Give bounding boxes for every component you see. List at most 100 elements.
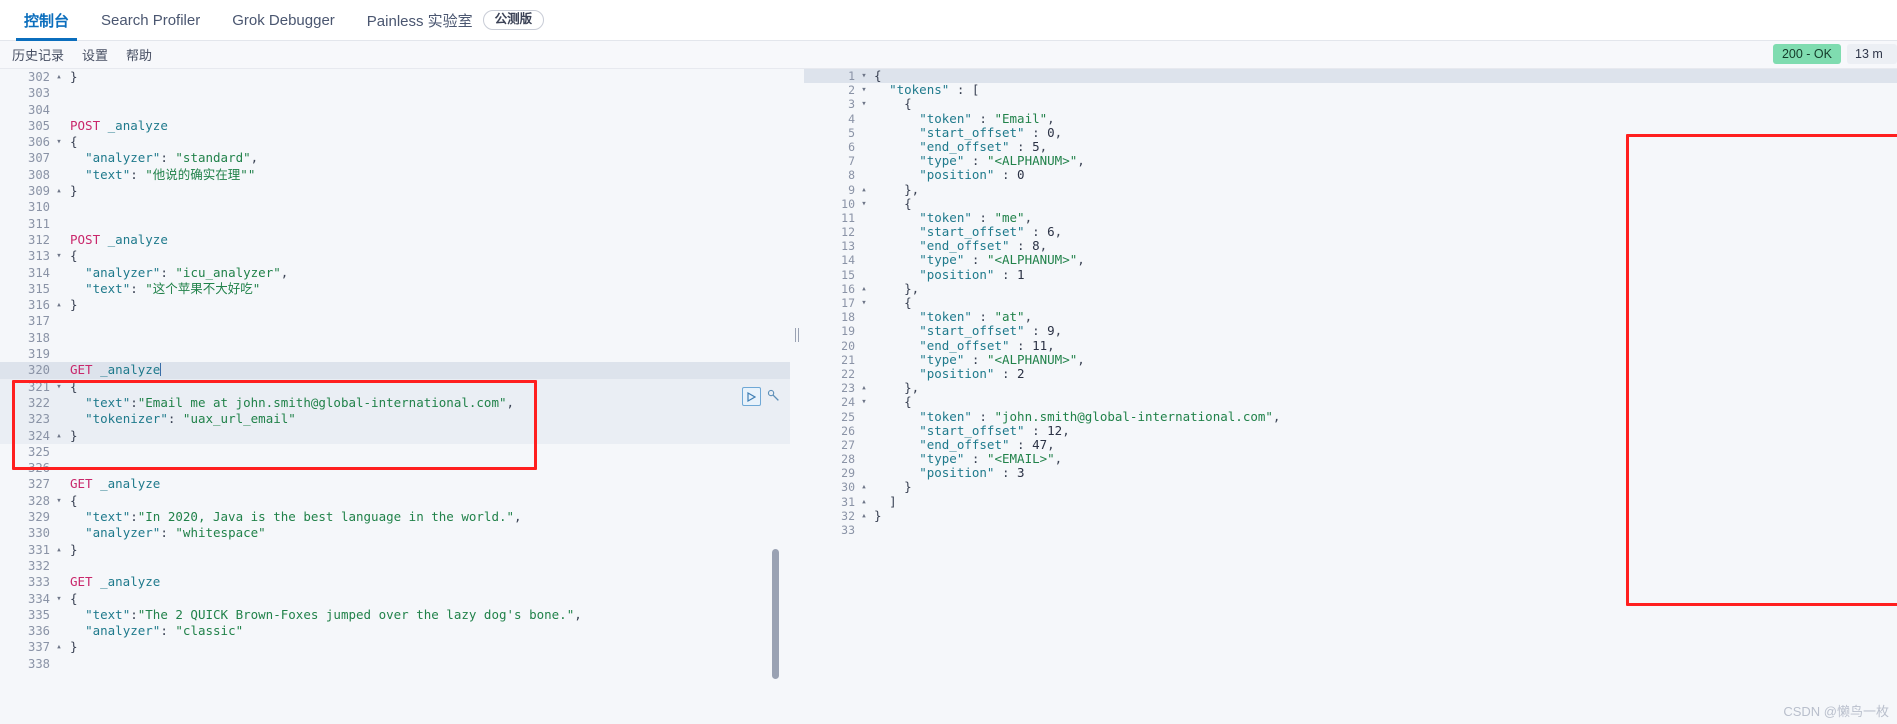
code-text: "text":"The 2 QUICK Brown-Foxes jumped o… (85, 606, 582, 622)
response-fold-toggle-icon[interactable]: ▾ (858, 97, 870, 111)
subnav-help[interactable]: 帮助 (126, 45, 152, 64)
request-code-editor[interactable]: 302 ▴} 303 304 305 POST _analyze 306 ▾ {307 "ana… (0, 69, 790, 724)
code-line[interactable]: 302 ▴} (0, 69, 790, 85)
console-panes: 302 ▴} 303 304 305 POST _analyze 306 ▾{307 "ana… (0, 69, 1897, 724)
response-fold-toggle-icon[interactable]: ▴ (858, 183, 870, 197)
code-line[interactable]: 305 POST _analyze (0, 118, 790, 134)
response-line-number: 33 (841, 523, 855, 537)
code-line[interactable]: 337 ▴} (0, 639, 790, 655)
code-line[interactable]: 324 ▴} (0, 427, 790, 444)
fold-toggle-icon[interactable]: ▴ (54, 428, 64, 444)
code-line[interactable]: 310 (0, 199, 790, 215)
response-text: "position" : 0 (919, 167, 1025, 183)
code-line[interactable]: 325 (0, 444, 790, 460)
response-line: 31 ▴ ] (804, 494, 1897, 509)
response-line: 18 "token" : "at", (804, 310, 1897, 325)
code-line[interactable]: 316 ▴} (0, 297, 790, 313)
fold-toggle-icon[interactable]: ▴ (54, 639, 64, 655)
code-line[interactable]: 322 "text":"Email me at john.smith@globa… (0, 394, 790, 412)
code-line[interactable]: 334 ▾ { (0, 591, 790, 607)
response-fold-toggle-icon[interactable]: ▾ (858, 395, 870, 409)
response-fold-toggle-icon[interactable]: ▾ (858, 83, 870, 97)
response-text: { (904, 96, 912, 112)
response-line-number: 28 (841, 452, 855, 467)
response-line-number: 8 (848, 168, 855, 183)
code-line[interactable]: 317 (0, 313, 790, 329)
response-fold-toggle-icon[interactable]: ▴ (858, 509, 870, 523)
response-fold-toggle-icon[interactable]: ▾ (858, 296, 870, 310)
code-line[interactable]: 321 ▾ { (0, 378, 790, 395)
response-line: 16 ▴ }, (804, 281, 1897, 296)
fold-toggle-icon[interactable]: ▾ (54, 248, 64, 264)
fold-toggle-icon[interactable]: ▴ (54, 297, 64, 313)
code-line[interactable]: 306 ▾ { (0, 134, 790, 150)
code-line[interactable]: 323 "tokenizer": "uax_url_email" (0, 411, 790, 428)
code-line[interactable]: 330 "analyzer": "whitespace" (0, 525, 790, 541)
response-text: "position" : 1 (919, 266, 1025, 282)
code-line[interactable]: 303 (0, 85, 790, 101)
code-line[interactable]: 307 "analyzer": "standard", (0, 150, 790, 166)
tab-grok-debugger[interactable]: Grok Debugger (216, 0, 351, 40)
play-icon[interactable] (742, 387, 761, 406)
code-line[interactable]: 313 ▾ { (0, 248, 790, 264)
code-line[interactable]: 333 GET _analyze (0, 574, 790, 590)
response-line-number: 4 (848, 111, 855, 126)
code-text: } (70, 297, 78, 313)
tab-console[interactable]: 控制台 (8, 0, 85, 41)
code-line[interactable]: 338 (0, 656, 790, 672)
fold-toggle-icon[interactable]: ▾ (54, 493, 64, 509)
wrench-icon[interactable] (767, 389, 780, 404)
response-line-number: 13 (841, 239, 855, 254)
response-fold-toggle-icon[interactable]: ▴ (858, 495, 870, 509)
code-line[interactable]: 327 GET _analyze (0, 476, 790, 492)
code-line[interactable]: 309 ▴} (0, 183, 790, 199)
response-fold-toggle-icon[interactable]: ▴ (858, 381, 870, 395)
code-line[interactable]: 314 "analyzer": "icu_analyzer", (0, 265, 790, 281)
request-editor-pane[interactable]: 302 ▴} 303 304 305 POST _analyze 306 ▾ {307 "ana… (0, 69, 790, 724)
splitter-grip-icon[interactable] (795, 328, 799, 342)
fold-toggle-icon[interactable]: ▴ (54, 542, 64, 558)
code-line[interactable]: 318 (0, 330, 790, 346)
response-fold-toggle-icon[interactable]: ▴ (858, 480, 870, 494)
editor-vertical-scrollbar[interactable] (772, 549, 779, 679)
response-json-viewer[interactable]: 1 ▾{2 ▾ "tokens" : [3 ▾ {4 "token" : "Email… (804, 69, 1897, 724)
tab-search-profiler[interactable]: Search Profiler (85, 0, 216, 40)
fold-toggle-icon[interactable]: ▾ (54, 134, 64, 150)
code-line[interactable]: 308 "text": "他说的确实在理"" (0, 167, 790, 183)
code-line[interactable]: 315 "text": "这个苹果不大好吃" (0, 281, 790, 297)
response-fold-toggle-icon[interactable]: ▾ (858, 197, 870, 211)
code-line[interactable]: 304 (0, 102, 790, 118)
code-line[interactable]: 326 (0, 460, 790, 476)
code-line[interactable]: 319 (0, 346, 790, 362)
response-line: 21 "type" : "<ALPHANUM>", (804, 352, 1897, 367)
tab-painless-lab[interactable]: Painless 实验室 公测版 (351, 0, 560, 40)
fold-toggle-icon[interactable]: ▴ (54, 183, 64, 199)
response-text: "position" : 3 (919, 465, 1025, 481)
response-line-number: 6 (848, 139, 855, 154)
response-line: 27 "end_offset" : 47, (804, 437, 1897, 452)
response-fold-toggle-icon[interactable]: ▾ (858, 69, 870, 83)
fold-toggle-icon[interactable]: ▴ (54, 69, 64, 85)
subnav-history[interactable]: 历史记录 (12, 45, 64, 64)
code-line[interactable]: 311 (0, 216, 790, 232)
subnav-settings[interactable]: 设置 (82, 45, 108, 64)
response-line: 11 "token" : "me", (804, 210, 1897, 225)
code-line[interactable]: 329 "text":"In 2020, Java is the best la… (0, 509, 790, 525)
fold-toggle-icon[interactable]: ▾ (54, 379, 64, 395)
code-line[interactable]: 335 "text":"The 2 QUICK Brown-Foxes jump… (0, 607, 790, 623)
pane-splitter[interactable] (790, 69, 804, 724)
response-line-number: 2 (848, 83, 855, 98)
response-fold-toggle-icon[interactable]: ▴ (858, 282, 870, 296)
code-line[interactable]: 336 "analyzer": "classic" (0, 623, 790, 639)
fold-toggle-icon[interactable]: ▾ (54, 591, 64, 607)
code-line[interactable]: 331 ▴} (0, 542, 790, 558)
code-line[interactable]: 312 POST _analyze (0, 232, 790, 248)
response-pane[interactable]: 1 ▾{2 ▾ "tokens" : [3 ▾ {4 "token" : "Email… (804, 69, 1897, 724)
response-line: 14 "type" : "<ALPHANUM>", (804, 253, 1897, 268)
code-text: "text":"Email me at john.smith@global-in… (85, 394, 515, 410)
code-text: { (70, 248, 78, 264)
line-number: 322 (27, 395, 50, 410)
code-line[interactable]: 320 GET _analyze (0, 362, 790, 379)
code-line[interactable]: 332 (0, 558, 790, 574)
code-line[interactable]: 328 ▾ { (0, 493, 790, 509)
